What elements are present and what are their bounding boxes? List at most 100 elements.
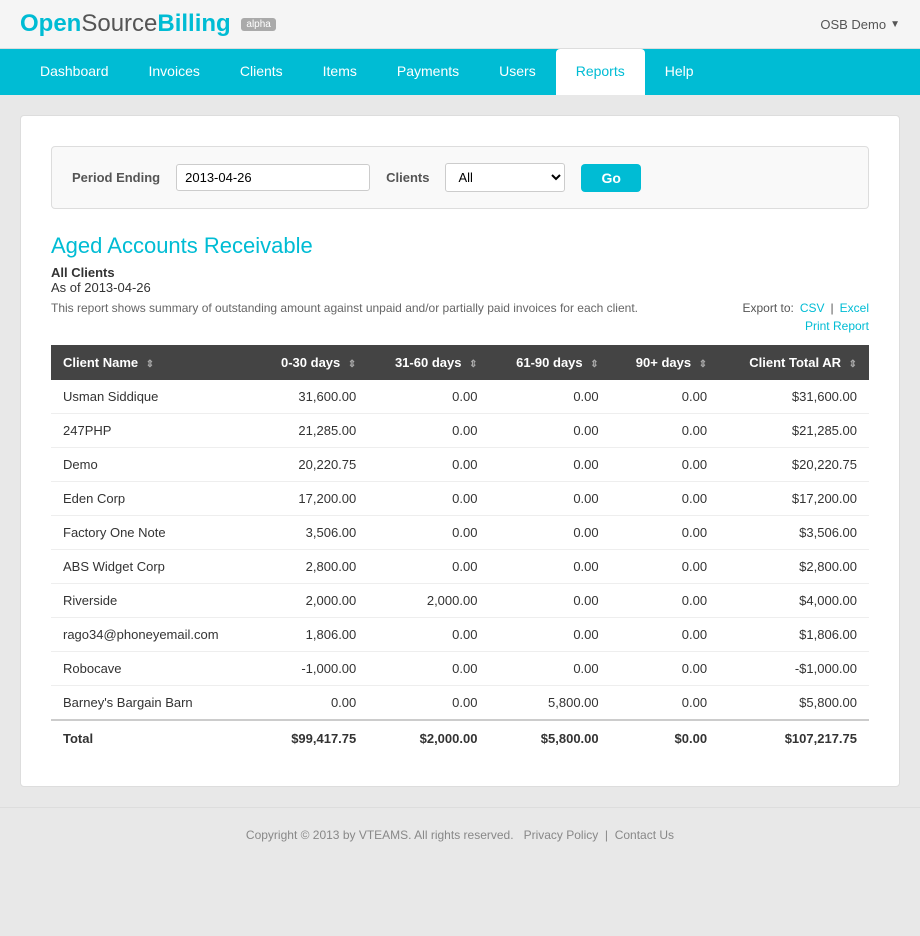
cell-name: Demo <box>51 448 255 482</box>
alpha-badge: alpha <box>241 18 275 31</box>
cell-d30: 2,000.00 <box>255 584 368 618</box>
table-row: ABS Widget Corp 2,800.00 0.00 0.00 0.00 … <box>51 550 869 584</box>
contact-link[interactable]: Contact Us <box>615 828 674 842</box>
cell-d60: 0.00 <box>368 686 489 721</box>
cell-d90plus: 0.00 <box>611 550 719 584</box>
csv-link[interactable]: CSV <box>800 301 825 315</box>
nav-link-help[interactable]: Help <box>645 49 714 93</box>
nav-link-clients[interactable]: Clients <box>220 49 303 93</box>
col-61-90[interactable]: 61-90 days ⇕ <box>489 345 610 380</box>
table-header-row: Client Name ⇕ 0-30 days ⇕ 31-60 days ⇕ 6… <box>51 345 869 380</box>
table-row: Barney's Bargain Barn 0.00 0.00 5,800.00… <box>51 686 869 721</box>
cell-d30: -1,000.00 <box>255 652 368 686</box>
print-row: Print Report <box>742 319 869 333</box>
report-title: Aged Accounts Receivable <box>51 233 869 259</box>
nav-link-payments[interactable]: Payments <box>377 49 479 93</box>
sort-icon-30: ⇕ <box>348 359 356 370</box>
cell-name: Eden Corp <box>51 482 255 516</box>
cell-name: rago34@phoneyemail.com <box>51 618 255 652</box>
nav-link-reports[interactable]: Reports <box>556 49 645 95</box>
copyright-text: Copyright © 2013 by VTEAMS. All rights r… <box>246 828 514 842</box>
report-date: As of 2013-04-26 <box>51 280 869 295</box>
cell-d60: 0.00 <box>368 482 489 516</box>
cell-d30: 1,806.00 <box>255 618 368 652</box>
table-row: rago34@phoneyemail.com 1,806.00 0.00 0.0… <box>51 618 869 652</box>
cell-d90plus: 0.00 <box>611 652 719 686</box>
nav-link-items[interactable]: Items <box>303 49 377 93</box>
cell-d60: 0.00 <box>368 550 489 584</box>
cell-total: $17,200.00 <box>719 482 869 516</box>
col-0-30[interactable]: 0-30 days ⇕ <box>255 345 368 380</box>
period-input[interactable] <box>176 164 370 191</box>
cell-d90: 0.00 <box>489 516 610 550</box>
go-button[interactable]: Go <box>581 164 640 192</box>
cell-d30: 21,285.00 <box>255 414 368 448</box>
cell-total: $1,806.00 <box>719 618 869 652</box>
nav-item-reports[interactable]: Reports <box>556 49 645 95</box>
footer-d90plus: $0.00 <box>611 720 719 756</box>
cell-d30: 3,506.00 <box>255 516 368 550</box>
col-90-plus[interactable]: 90+ days ⇕ <box>611 345 719 380</box>
nav-item-clients[interactable]: Clients <box>220 49 303 95</box>
filter-bar: Period Ending Clients All Go <box>51 146 869 209</box>
sort-icon-60: ⇕ <box>469 359 477 370</box>
cell-d90: 0.00 <box>489 414 610 448</box>
col-client-name[interactable]: Client Name ⇕ <box>51 345 255 380</box>
cell-total: $31,600.00 <box>719 380 869 414</box>
sort-icon-90plus: ⇕ <box>699 359 707 370</box>
cell-total: $4,000.00 <box>719 584 869 618</box>
nav-link-invoices[interactable]: Invoices <box>129 49 220 93</box>
cell-d30: 2,800.00 <box>255 550 368 584</box>
cell-d90plus: 0.00 <box>611 380 719 414</box>
excel-link[interactable]: Excel <box>840 301 869 315</box>
nav-item-dashboard[interactable]: Dashboard <box>20 49 129 95</box>
nav-item-invoices[interactable]: Invoices <box>129 49 220 95</box>
nav-item-users[interactable]: Users <box>479 49 556 95</box>
cell-total: -$1,000.00 <box>719 652 869 686</box>
nav-item-items[interactable]: Items <box>303 49 377 95</box>
cell-d90: 5,800.00 <box>489 686 610 721</box>
cell-d60: 0.00 <box>368 618 489 652</box>
cell-total: $2,800.00 <box>719 550 869 584</box>
report-description: This report shows summary of outstanding… <box>51 301 638 315</box>
privacy-link[interactable]: Privacy Policy <box>524 828 599 842</box>
nav-link-dashboard[interactable]: Dashboard <box>20 49 129 93</box>
export-row: Export to: CSV | Excel <box>742 301 869 315</box>
col-total-ar[interactable]: Client Total AR ⇕ <box>719 345 869 380</box>
table-footer-row: Total $99,417.75 $2,000.00 $5,800.00 $0.… <box>51 720 869 756</box>
cell-total: $20,220.75 <box>719 448 869 482</box>
table-row: Riverside 2,000.00 2,000.00 0.00 0.00 $4… <box>51 584 869 618</box>
table-row: Factory One Note 3,506.00 0.00 0.00 0.00… <box>51 516 869 550</box>
clients-select[interactable]: All <box>445 163 565 192</box>
user-dropdown-arrow: ▼ <box>890 19 900 30</box>
cell-total: $5,800.00 <box>719 686 869 721</box>
cell-d90plus: 0.00 <box>611 482 719 516</box>
cell-name: Robocave <box>51 652 255 686</box>
cell-d90plus: 0.00 <box>611 516 719 550</box>
main-nav: Dashboard Invoices Clients Items Payment… <box>0 49 920 95</box>
cell-d60: 0.00 <box>368 516 489 550</box>
sort-icon-name: ⇕ <box>146 359 154 370</box>
cell-name: Riverside <box>51 584 255 618</box>
print-link[interactable]: Print Report <box>805 319 869 333</box>
cell-d30: 20,220.75 <box>255 448 368 482</box>
pipe-separator: | <box>831 301 834 315</box>
cell-d30: 31,600.00 <box>255 380 368 414</box>
page-footer: Copyright © 2013 by VTEAMS. All rights r… <box>0 807 920 862</box>
cell-name: Barney's Bargain Barn <box>51 686 255 721</box>
nav-item-payments[interactable]: Payments <box>377 49 479 95</box>
col-31-60[interactable]: 31-60 days ⇕ <box>368 345 489 380</box>
cell-d90: 0.00 <box>489 550 610 584</box>
cell-d60: 2,000.00 <box>368 584 489 618</box>
export-label: Export to: <box>742 301 793 315</box>
user-name: OSB Demo <box>820 17 886 32</box>
logo-source: Source <box>81 10 157 37</box>
cell-d90plus: 0.00 <box>611 618 719 652</box>
clients-label: Clients <box>386 170 429 185</box>
nav-item-help[interactable]: Help <box>645 49 714 95</box>
user-menu[interactable]: OSB Demo ▼ <box>820 17 900 32</box>
ar-table: Client Name ⇕ 0-30 days ⇕ 31-60 days ⇕ 6… <box>51 345 869 756</box>
nav-link-users[interactable]: Users <box>479 49 556 93</box>
cell-d60: 0.00 <box>368 380 489 414</box>
sort-icon-total: ⇕ <box>849 359 857 370</box>
